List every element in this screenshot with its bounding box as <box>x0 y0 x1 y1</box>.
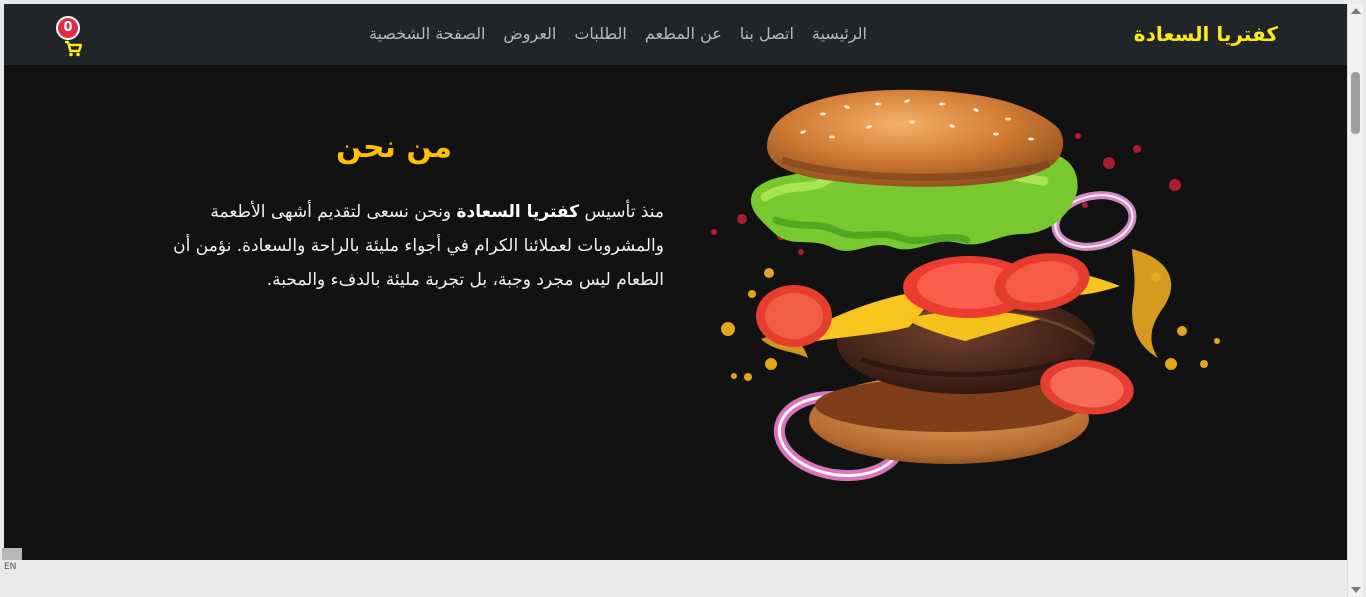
nav-links: الرئيسية اتصل بنا عن المطعم الطلبات العر… <box>369 24 867 43</box>
nav-offers[interactable]: العروض <box>503 24 556 43</box>
language-tab[interactable] <box>2 548 22 560</box>
nav-contact[interactable]: اتصل بنا <box>740 24 794 43</box>
nav-profile[interactable]: الصفحة الشخصية <box>369 24 485 43</box>
about-section: من نحن منذ تأسيس كفتريا السعادة ونحن نسع… <box>124 130 664 297</box>
burger-image <box>711 89 1220 482</box>
navbar: كفتريا السعادة الرئيسية اتصل بنا عن المط… <box>4 4 1347 65</box>
page-scrollbar[interactable] <box>1347 4 1363 597</box>
about-text-prefix: منذ تأسيس <box>579 202 664 222</box>
page-frame: كفتريا السعادة الرئيسية اتصل بنا عن المط… <box>4 4 1347 560</box>
cart-count-badge: 0 <box>56 16 80 40</box>
about-text: منذ تأسيس كفتريا السعادة ونحن نسعى لتقدي… <box>124 195 664 297</box>
scroll-up-arrow-icon[interactable] <box>1351 8 1361 14</box>
nav-orders[interactable]: الطلبات <box>574 24 627 43</box>
about-text-brand: كفتريا السعادة <box>456 202 580 222</box>
site-brand[interactable]: كفتريا السعادة <box>1134 22 1278 46</box>
nav-home[interactable]: الرئيسية <box>812 24 867 43</box>
about-title: من نحن <box>336 130 452 165</box>
scroll-thumb[interactable] <box>1351 72 1360 134</box>
cart-button[interactable]: 0 <box>56 16 86 58</box>
cart-icon <box>65 40 82 57</box>
scroll-down-arrow-icon[interactable] <box>1351 587 1361 593</box>
nav-about[interactable]: عن المطعم <box>645 24 722 43</box>
language-label[interactable]: EN <box>4 562 16 572</box>
